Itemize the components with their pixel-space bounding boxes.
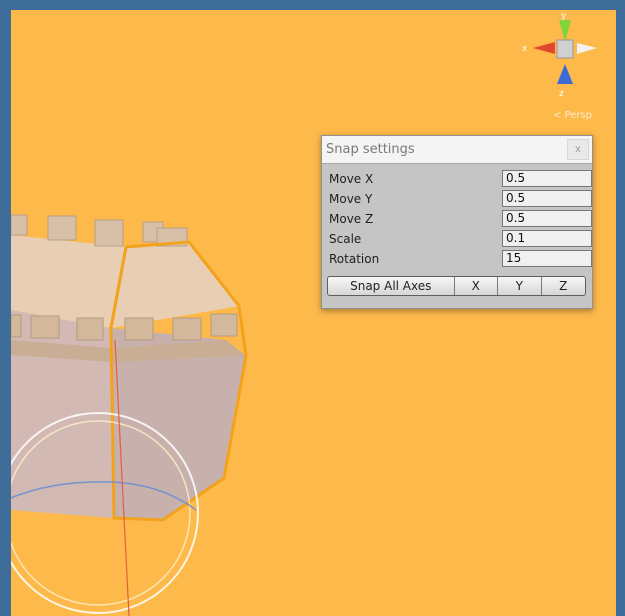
snap-z-button[interactable]: Z <box>542 277 585 295</box>
scale-label: Scale <box>329 232 362 246</box>
gizmo-x-label: x <box>522 44 528 54</box>
move-y-row: Move Y <box>329 190 592 208</box>
move-x-label: Move X <box>329 172 374 186</box>
gizmo-x-cone <box>533 42 555 54</box>
gizmo-y-label: y <box>561 11 567 21</box>
move-z-input[interactable] <box>502 210 592 227</box>
scene-viewport[interactable]: y x z < Persp Snap settings x Move X Mov… <box>11 10 616 616</box>
orientation-gizmo[interactable]: y x z <box>521 10 616 120</box>
rotation-row: Rotation <box>329 250 592 268</box>
gizmo-z-cone <box>557 64 573 84</box>
move-x-row: Move X <box>329 170 592 188</box>
rotation-label: Rotation <box>329 252 380 266</box>
move-z-row: Move Z <box>329 210 592 228</box>
snap-settings-panel: Snap settings x Move X Move Y Move Z Sca… <box>321 135 593 309</box>
panel-header[interactable]: Snap settings x <box>322 136 592 164</box>
scale-input[interactable] <box>502 230 592 247</box>
rotation-input[interactable] <box>502 250 592 267</box>
panel-title: Snap settings <box>326 142 415 157</box>
move-y-label: Move Y <box>329 192 373 206</box>
snap-x-button[interactable]: X <box>455 277 499 295</box>
gizmo-negx-cone <box>577 43 597 54</box>
projection-label[interactable]: < Persp <box>553 110 592 121</box>
snap-y-button[interactable]: Y <box>498 277 542 295</box>
gizmo-z-label: z <box>559 89 564 99</box>
move-x-input[interactable] <box>502 170 592 187</box>
gizmo-center-cube <box>556 39 574 59</box>
gizmo-y-cone <box>559 20 571 42</box>
move-y-input[interactable] <box>502 190 592 207</box>
snap-all-axes-button[interactable]: Snap All Axes <box>328 277 455 295</box>
snap-axes-buttons: Snap All Axes X Y Z <box>327 276 586 296</box>
close-button[interactable]: x <box>567 139 589 160</box>
scale-row: Scale <box>329 230 592 248</box>
move-z-label: Move Z <box>329 212 374 226</box>
